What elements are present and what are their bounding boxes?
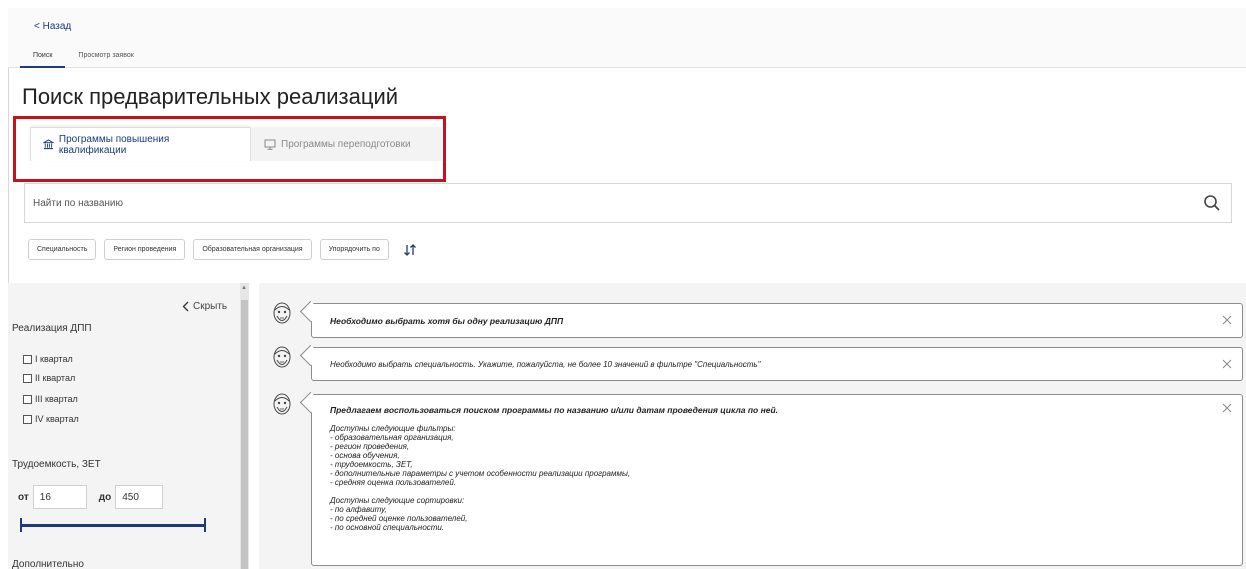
filter-region-button[interactable]: Регион проведения: [104, 239, 186, 260]
filter-organization-button[interactable]: Образовательная организация: [193, 239, 312, 260]
program-tabs: Программы повышения квалификации Програм…: [22, 122, 442, 162]
list-item: - средняя оценка пользователей.: [330, 478, 457, 487]
range-from-label: от: [18, 491, 29, 503]
close-icon[interactable]: [1222, 359, 1232, 369]
quarter-4-option[interactable]: IV квартал: [23, 414, 79, 424]
message-body: Предлагаем воспользоваться поиском прогр…: [330, 405, 779, 533]
list-item: - образовательная организация,: [330, 433, 454, 442]
tab-view-applications[interactable]: Просмотр заявок: [65, 44, 146, 68]
message-bubble: Предлагаем воспользоваться поиском прогр…: [311, 394, 1243, 566]
page-title: Поиск предварительных реализаций: [22, 84, 399, 109]
sort-direction-icon[interactable]: [403, 243, 417, 257]
quarter-label: III квартал: [35, 394, 78, 404]
message-text: Необходимо выбрать хотя бы одну реализац…: [330, 316, 564, 326]
sidebar-scrollbar[interactable]: ▲: [240, 283, 249, 569]
quarter-2-checkbox[interactable]: [23, 373, 32, 383]
tab-label: Программы повышения квалификации: [58, 133, 170, 156]
sorts-title: Доступны следующие сортировки:: [330, 496, 465, 505]
range-from-input[interactable]: [32, 485, 87, 509]
search-bar: [24, 183, 1232, 223]
sort-by-button[interactable]: Упорядочить по: [319, 239, 389, 260]
top-navigation: < Назад Поиск Просмотр заявок: [8, 8, 1246, 68]
list-item: - трудоемкость, ЗЕТ,: [330, 460, 413, 469]
quarter-4-checkbox[interactable]: [23, 414, 32, 424]
range-to-label: до: [98, 491, 112, 503]
list-item: - основа обучения,: [330, 451, 400, 460]
back-link[interactable]: < Назад: [34, 21, 71, 32]
range-to-input[interactable]: [115, 485, 164, 509]
list-item: - по основной специальности.: [330, 523, 445, 532]
quarter-2-option[interactable]: II квартал: [23, 373, 75, 383]
messages-panel: Необходимо выбрать хотя бы одну реализац…: [259, 283, 1246, 569]
tab-search[interactable]: Поиск: [20, 44, 66, 68]
labor-range-slider[interactable]: [20, 518, 206, 532]
assistant-face-icon: [273, 302, 291, 324]
filter-sidebar: Скрыть Реализация ДПП I квартал II кварт…: [8, 283, 240, 569]
tab-label: Программы переподготовки: [281, 138, 411, 150]
assistant-face-icon: [273, 346, 291, 368]
filter-bar: Специальность Регион проведения Образова…: [28, 239, 417, 260]
chevron-left-icon: [182, 301, 189, 312]
hide-sidebar-link[interactable]: Скрыть: [182, 301, 227, 312]
slider-min-handle[interactable]: [20, 518, 22, 532]
institution-icon: [43, 139, 54, 150]
quarter-1-checkbox[interactable]: [23, 354, 32, 364]
tab-retraining-programs[interactable]: Программы переподготовки: [252, 127, 442, 161]
list-item: - дополнительные параметры с учетом особ…: [330, 469, 631, 478]
quarter-label: II квартал: [35, 373, 76, 383]
nav-tabs: Поиск Просмотр заявок: [20, 44, 147, 68]
message-title: Предлагаем воспользоваться поиском прогр…: [330, 405, 779, 415]
quarter-3-checkbox[interactable]: [23, 394, 32, 404]
search-input[interactable]: [25, 184, 1185, 222]
tab-qualification-programs[interactable]: Программы повышения квалификации: [30, 127, 251, 161]
search-icon[interactable]: [1203, 194, 1221, 212]
list-item: - регион проведения,: [330, 442, 410, 451]
list-item: - по средней оценке пользователей,: [330, 514, 468, 523]
close-icon[interactable]: [1222, 315, 1232, 325]
monitor-icon: [264, 139, 276, 150]
message-bubble: Необходимо выбрать специальность. Укажит…: [311, 347, 1243, 381]
quarter-label: IV квартал: [35, 414, 79, 424]
quarter-3-option[interactable]: III квартал: [23, 394, 78, 404]
labor-intensity-heading: Трудоемкость, ЗЕТ: [12, 459, 101, 470]
scroll-up-arrow-icon[interactable]: ▲: [241, 285, 247, 291]
close-icon[interactable]: [1222, 403, 1232, 413]
list-item: - по алфавиту,: [330, 505, 387, 514]
scrollbar-thumb[interactable]: [241, 300, 248, 569]
hide-label: Скрыть: [193, 301, 228, 312]
message-text: Необходимо выбрать специальность. Укажит…: [330, 360, 761, 369]
assistant-face-icon: [273, 393, 291, 415]
filter-specialty-button[interactable]: Специальность: [28, 239, 97, 260]
extra-heading: Дополнительно: [12, 559, 84, 569]
quarter-1-option[interactable]: I квартал: [23, 354, 73, 364]
realization-heading: Реализация ДПП: [12, 323, 92, 334]
labor-range: от до: [18, 485, 175, 509]
message-bubble: Необходимо выбрать хотя бы одну реализац…: [311, 303, 1243, 338]
slider-max-handle[interactable]: [204, 518, 206, 532]
filters-title: Доступны следующие фильтры:: [330, 424, 456, 433]
quarter-label: I квартал: [35, 354, 73, 364]
